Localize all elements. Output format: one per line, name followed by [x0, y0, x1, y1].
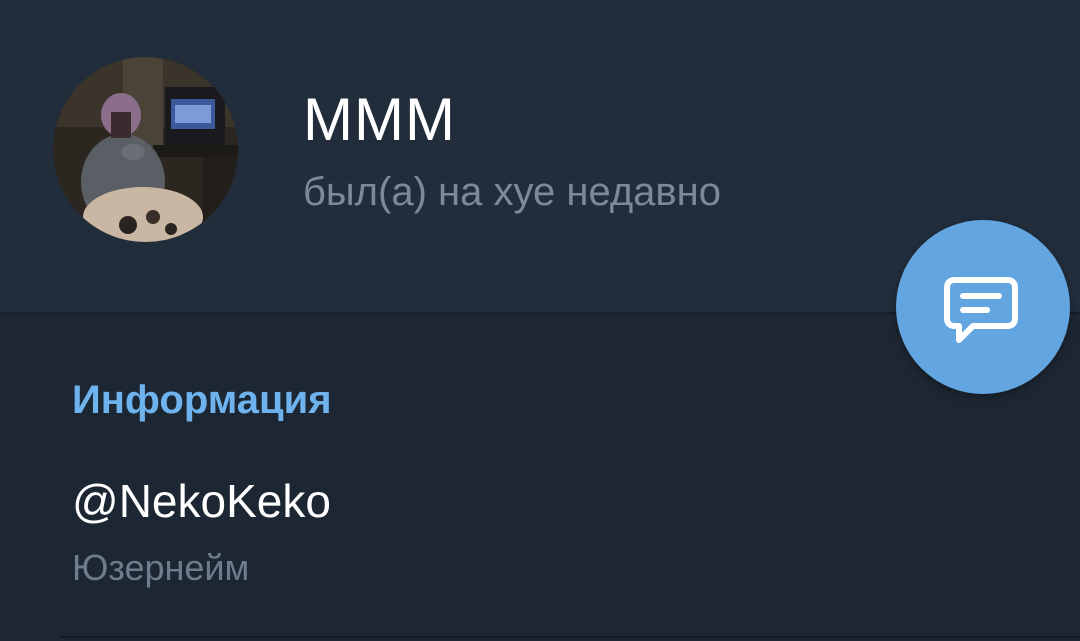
- username-label: Юзернейм: [72, 547, 250, 588]
- send-message-button[interactable]: [896, 220, 1070, 394]
- username-value[interactable]: @NekoKeko: [72, 474, 331, 528]
- avatar-photo: [53, 57, 238, 242]
- avatar[interactable]: [53, 57, 238, 242]
- profile-status: был(а) на хуе недавно: [303, 170, 721, 214]
- row-divider: [60, 636, 1080, 638]
- profile-screen: МММ был(а) на хуе недавно Информация @Ne…: [0, 0, 1080, 641]
- message-icon: [944, 277, 1018, 343]
- info-section-title: Информация: [72, 378, 332, 422]
- profile-name: МММ: [303, 86, 456, 153]
